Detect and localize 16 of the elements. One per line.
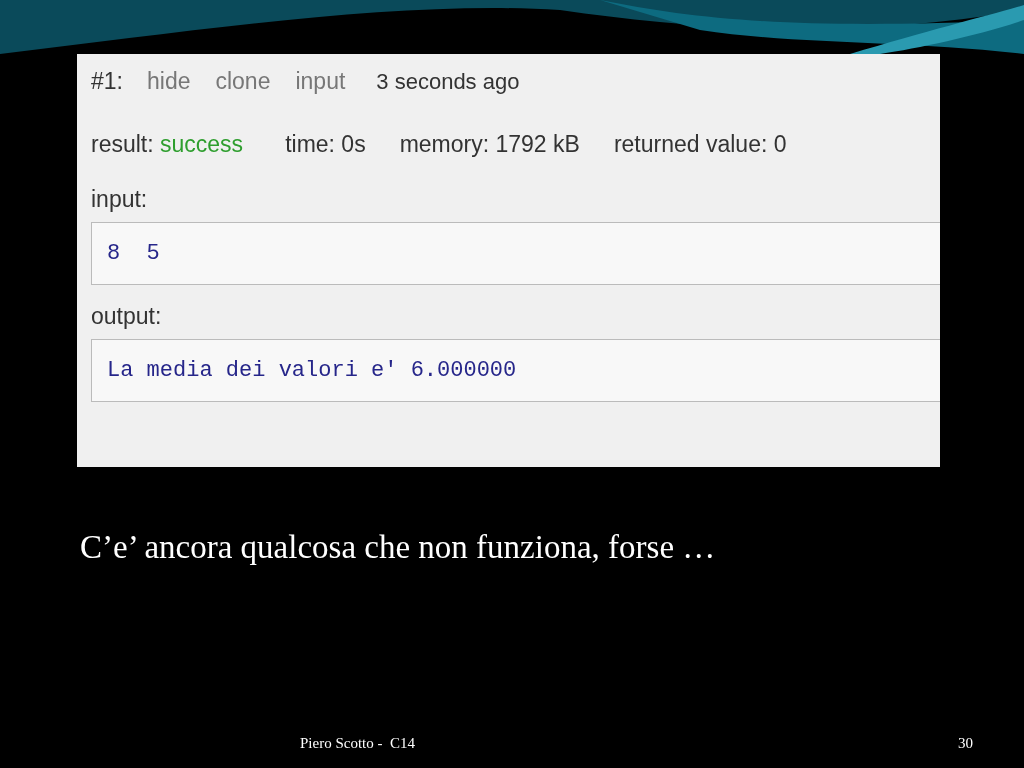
footer-author: Piero Scotto - C14: [300, 734, 415, 752]
stat-text: time: 0s: [285, 130, 366, 158]
section-label: output:: [91, 303, 163, 331]
code-output-box: 8 5: [91, 222, 940, 285]
action-link[interactable]: input: [295, 68, 346, 95]
section-label: input:: [91, 186, 149, 214]
stat-text: returned value: 0: [613, 130, 787, 158]
action-link[interactable]: hide: [147, 68, 191, 95]
result-status: result: success: [91, 130, 244, 158]
stat-text: memory: 1792 kB: [399, 130, 580, 158]
code-output-box: La media dei valori e' 6.000000: [91, 339, 940, 402]
time-ago: 3 seconds ago: [376, 69, 520, 95]
submission-number: #1:: [91, 68, 123, 95]
caption-text: C’e’ ancora qualcosa che non funziona, forse …: [80, 529, 717, 566]
action-link[interactable]: clone: [215, 68, 271, 95]
page-number: 30: [958, 734, 973, 752]
